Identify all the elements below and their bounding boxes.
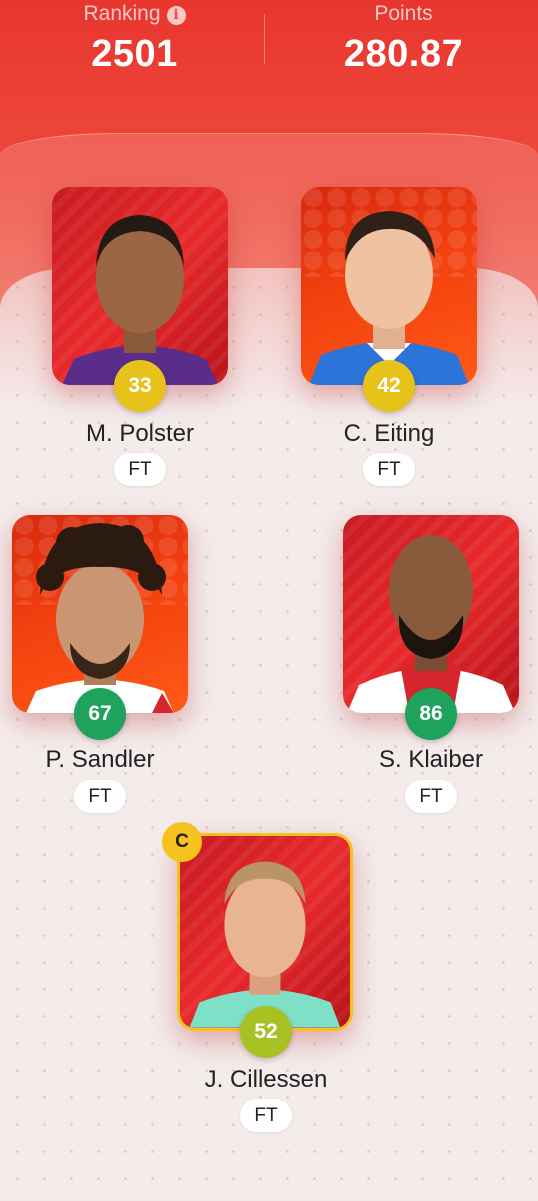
player-score-badge: 52	[240, 1006, 292, 1058]
match-status-badge: FT	[363, 453, 415, 486]
player-photo	[309, 211, 469, 385]
match-status-badge: FT	[74, 780, 126, 813]
player-card-sandler[interactable]	[12, 515, 188, 713]
player-card-eiting[interactable]	[301, 187, 477, 385]
player-name: M. Polster	[85, 420, 195, 447]
player-card-polster[interactable]	[52, 187, 228, 385]
captain-badge: C	[162, 822, 202, 862]
player-photo	[26, 523, 174, 713]
match-status-badge: FT	[405, 780, 457, 813]
player-card-cillessen[interactable]	[177, 833, 353, 1031]
player-photo	[189, 861, 341, 1028]
ranking-value: 2501	[91, 33, 178, 75]
player-name: P. Sandler	[45, 746, 155, 773]
player-name: C. Eiting	[343, 420, 435, 447]
player-score-badge: 42	[363, 360, 415, 412]
player-score-badge: 86	[405, 688, 457, 740]
info-icon[interactable]: i	[166, 6, 186, 25]
player-score-badge: 67	[74, 688, 126, 740]
player-score-badge: 33	[114, 360, 166, 412]
ranking-label: Ranking	[83, 2, 161, 25]
player-name: J. Cillessen	[204, 1066, 328, 1093]
points-label: Points	[374, 2, 433, 25]
match-status-badge: FT	[240, 1099, 292, 1132]
player-photo	[347, 535, 515, 713]
match-status-badge: FT	[114, 453, 166, 486]
stats-divider	[264, 14, 265, 64]
player-name: S. Klaiber	[378, 746, 484, 773]
player-card-klaiber[interactable]	[343, 515, 519, 713]
player-photo	[62, 215, 218, 385]
points-value: 280.87	[343, 33, 464, 75]
